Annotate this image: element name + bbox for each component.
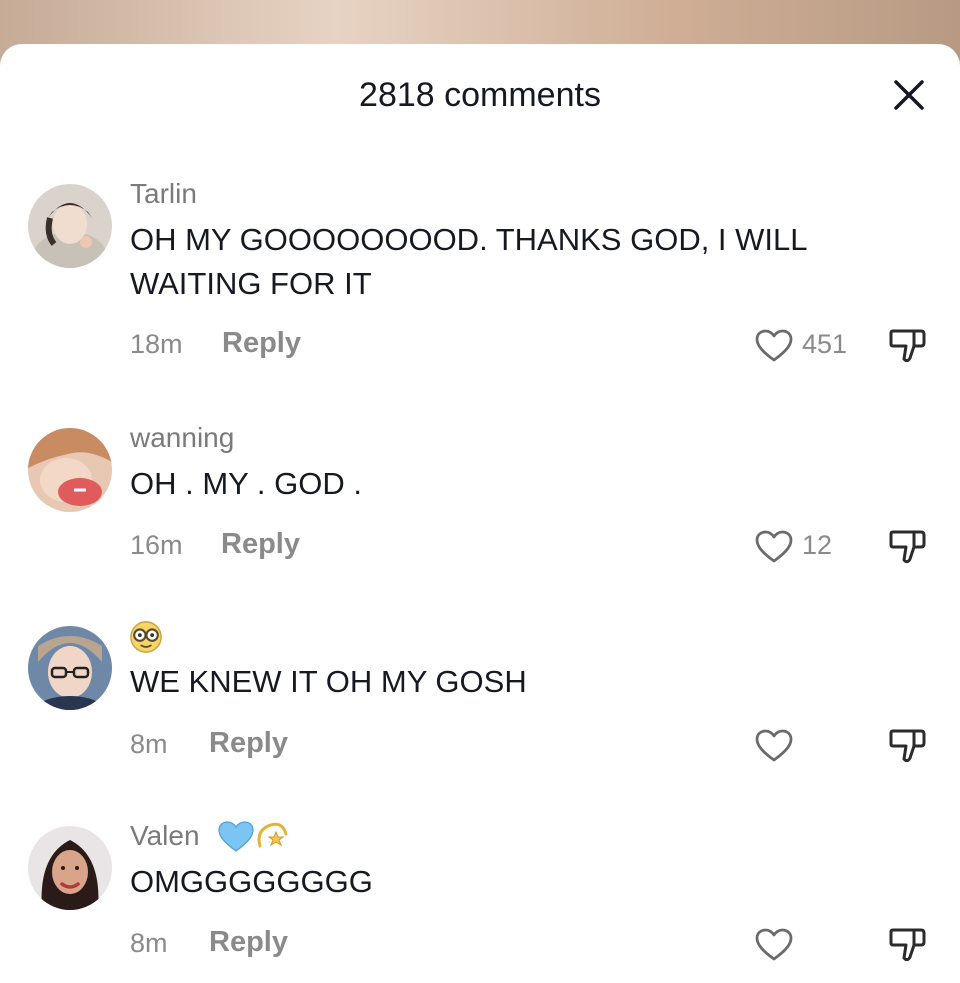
comments-count-title: 2818 comments — [359, 76, 601, 114]
comment-username[interactable]: Valen — [130, 820, 200, 852]
comment-text: OMGGGGGGGG — [130, 864, 373, 899]
comment-text: OH MY GOOOOOOOOD. THANKS GOD, I WILL WAI… — [130, 222, 807, 301]
like-count: 451 — [802, 329, 848, 359]
heart-icon[interactable] — [755, 928, 793, 962]
avatar[interactable] — [28, 626, 112, 710]
avatar[interactable] — [28, 826, 112, 910]
reply-button[interactable]: Reply — [209, 727, 288, 760]
dislike-icon[interactable] — [888, 325, 928, 365]
comment-time: 18m — [130, 329, 183, 359]
dislike-icon[interactable] — [888, 526, 928, 566]
comment-username[interactable]: wanning — [130, 422, 234, 454]
heart-icon[interactable] — [755, 729, 793, 763]
close-icon[interactable] — [888, 74, 930, 116]
comment-text: OH . MY . GOD . — [130, 466, 362, 501]
reply-button[interactable]: Reply — [221, 528, 300, 561]
face-with-glasses-emoji — [130, 621, 162, 653]
dizzy-emoji — [257, 822, 288, 848]
like-count: 12 — [802, 530, 833, 560]
comment-username[interactable]: Tarlin — [130, 178, 197, 210]
avatar[interactable] — [28, 428, 112, 512]
reply-button[interactable]: Reply — [222, 327, 301, 360]
avatar[interactable] — [28, 184, 112, 268]
heart-icon[interactable] — [755, 329, 793, 363]
blue-heart-emoji — [218, 821, 254, 852]
comment-time: 8m — [130, 928, 168, 958]
reply-button[interactable]: Reply — [209, 926, 288, 959]
heart-icon[interactable] — [755, 530, 793, 564]
comment-time: 16m — [130, 530, 183, 560]
comments-sheet: 2818 comments Tarlin OH MY GOOOOOOOOD. T… — [0, 44, 960, 983]
dislike-icon[interactable] — [888, 924, 928, 964]
comment-text: WE KNEW IT OH MY GOSH — [130, 664, 527, 699]
dislike-icon[interactable] — [888, 725, 928, 765]
comment-time: 8m — [130, 729, 168, 759]
